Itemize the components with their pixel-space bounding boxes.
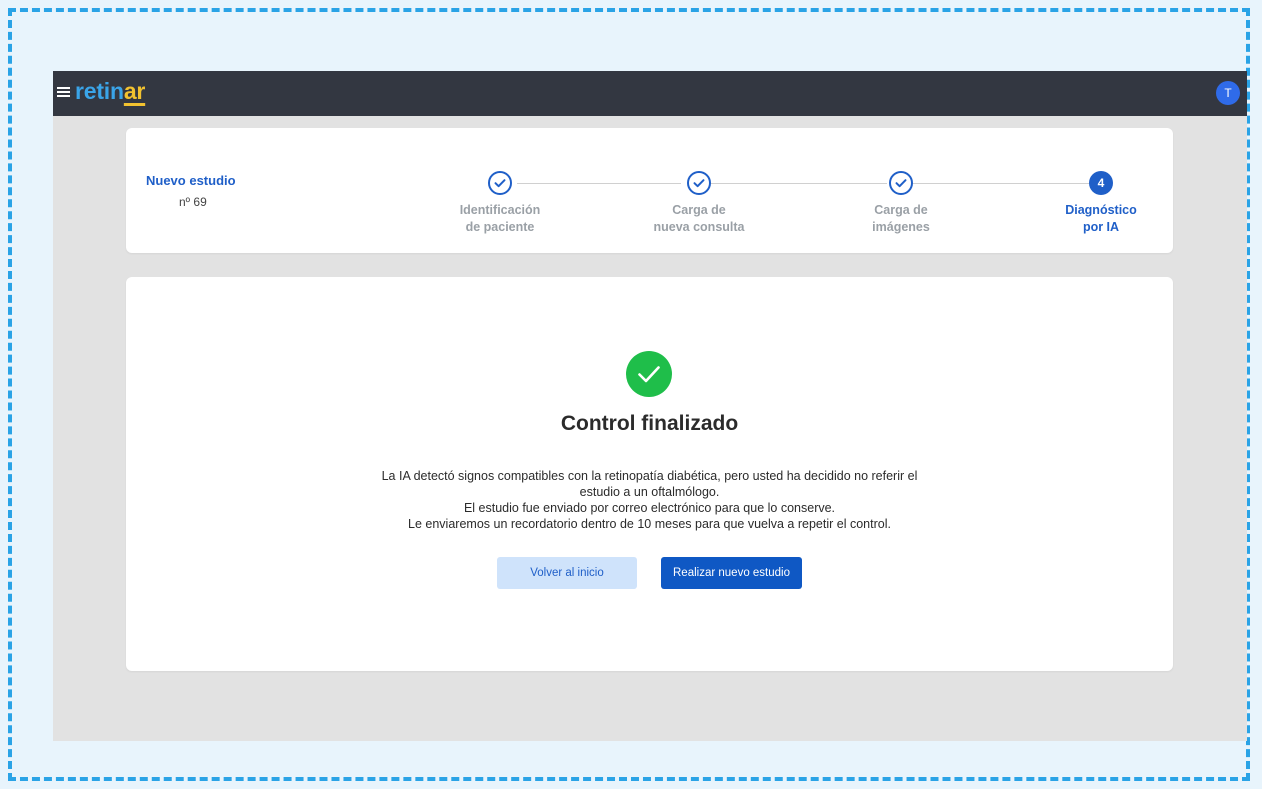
step-label-line1: Identificación (459, 203, 541, 217)
screenshot-frame: retinar T Nuevo estudio nº 69 4 Identifi… (8, 8, 1250, 781)
step-1-check-icon (488, 171, 512, 195)
step-label-patient-id[interactable]: Identificación de paciente (430, 202, 570, 236)
hamburger-menu-icon[interactable] (57, 85, 70, 99)
result-message-line: El estudio fue enviado por correo electr… (463, 501, 836, 515)
result-message-line: Le enviaremos un recordatorio dentro de … (408, 517, 891, 531)
step-label-line1: Carga de (874, 203, 928, 217)
step-2-check-icon (687, 171, 711, 195)
app-logo[interactable]: retinar (75, 78, 145, 105)
result-message-line: estudio a un oftalmólogo. (579, 485, 720, 499)
step-connector (911, 183, 1089, 184)
user-avatar[interactable]: T (1216, 81, 1240, 105)
step-label-line2: de paciente (465, 220, 535, 234)
logo-text-accent: ar (123, 78, 146, 104)
step-label-new-consultation[interactable]: Carga de nueva consulta (629, 202, 769, 236)
step-label-line2: imágenes (872, 220, 930, 234)
back-to-home-button[interactable]: Volver al inicio (497, 557, 637, 589)
step-label-line2: por IA (1082, 220, 1120, 234)
logo-text-main: retin (75, 78, 124, 104)
study-title: Nuevo estudio (146, 173, 236, 188)
result-card: Control finalizado La IA detectó signos … (126, 277, 1173, 671)
step-label-images[interactable]: Carga de imágenes (831, 202, 971, 236)
top-navbar: retinar T (53, 71, 1247, 116)
step-3-check-icon (889, 171, 913, 195)
step-label-line2: nueva consulta (653, 220, 745, 234)
step-label-ai-diagnosis[interactable]: Diagnóstico por IA (1031, 202, 1171, 236)
app-window: retinar T Nuevo estudio nº 69 4 Identifi… (53, 71, 1247, 741)
result-title: Control finalizado (560, 412, 739, 435)
study-number: nº 69 (179, 195, 207, 209)
result-message-line: La IA detectó signos compatibles con la … (381, 469, 918, 483)
stepper-card: Nuevo estudio nº 69 4 Identificación de … (126, 128, 1173, 253)
new-study-button[interactable]: Realizar nuevo estudio (661, 557, 802, 589)
step-4-number-badge: 4 (1089, 171, 1113, 195)
check-circle-icon (626, 351, 672, 397)
step-label-line1: Carga de (672, 203, 726, 217)
step-connector (517, 183, 681, 184)
step-connector (709, 183, 887, 184)
step-label-line1: Diagnóstico (1065, 203, 1137, 217)
